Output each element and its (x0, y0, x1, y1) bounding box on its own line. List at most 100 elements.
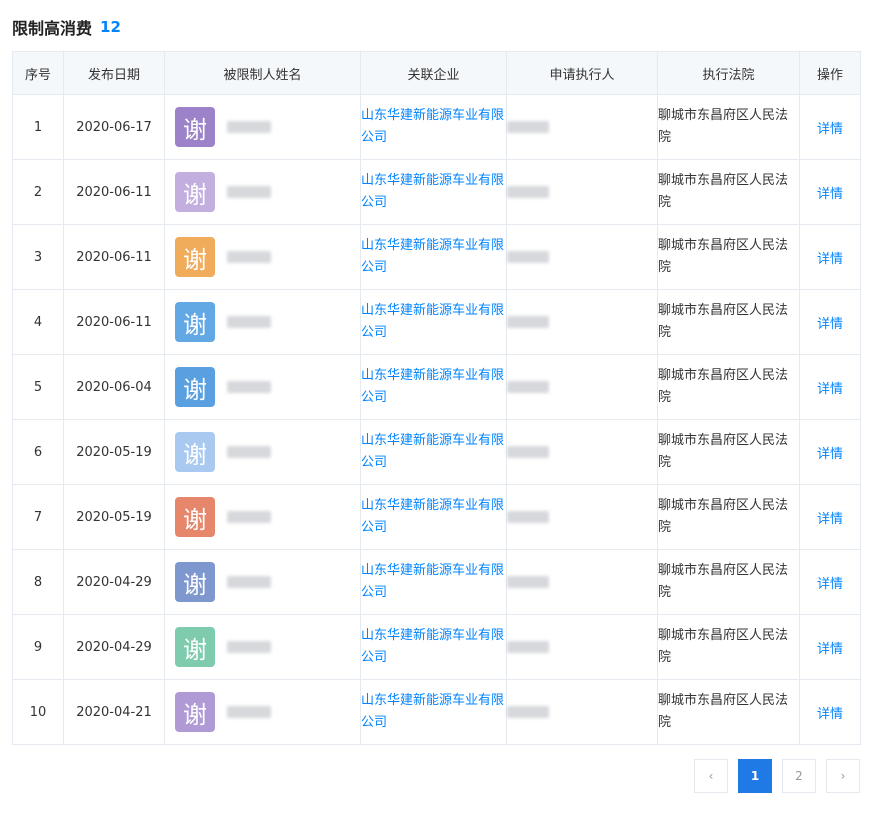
redacted-name (227, 251, 271, 263)
restricted-person[interactable]: 谢 (165, 627, 360, 667)
applicant-cell (506, 94, 658, 160)
publish-date: 2020-04-29 (63, 614, 165, 680)
row-index: 10 (12, 679, 64, 745)
company-link[interactable]: 山东华建新能源车业有限公司 (361, 368, 504, 405)
redacted-applicant (507, 121, 549, 133)
action-cell: 详情 (799, 94, 861, 160)
table-row: 4 2020-06-11 谢 山东华建新能源车业有限公司 聊城市东昌府区人民法院 详情 (12, 289, 861, 355)
detail-link[interactable]: 详情 (817, 382, 843, 397)
restricted-person[interactable]: 谢 (165, 367, 360, 407)
restricted-person[interactable]: 谢 (165, 237, 360, 277)
redacted-applicant (507, 316, 549, 328)
restriction-table: 序号 发布日期 被限制人姓名 关联企业 申请执行人 执行法院 操作 1 2020-06-17 谢… (12, 51, 861, 745)
company-link[interactable]: 山东华建新能源车业有限公司 (361, 238, 504, 275)
publish-date: 2020-04-21 (63, 679, 165, 745)
company-link[interactable]: 山东华建新能源车业有限公司 (361, 498, 504, 535)
restricted-person[interactable]: 谢 (165, 432, 360, 472)
detail-link[interactable]: 详情 (817, 577, 843, 592)
table-row: 9 2020-04-29 谢 山东华建新能源车业有限公司 聊城市东昌府区人民法院 详情 (12, 614, 861, 680)
page-2-button[interactable]: 2 (782, 759, 816, 793)
table-header-row: 序号 发布日期 被限制人姓名 关联企业 申请执行人 执行法院 操作 (12, 51, 861, 95)
header-date: 发布日期 (63, 51, 165, 95)
company-link[interactable]: 山东华建新能源车业有限公司 (361, 303, 504, 340)
court-name: 聊城市东昌府区人民法院 (657, 94, 800, 160)
table-row: 7 2020-05-19 谢 山东华建新能源车业有限公司 聊城市东昌府区人民法院 详情 (12, 484, 861, 550)
row-index: 1 (12, 94, 64, 160)
applicant-cell (506, 614, 658, 680)
action-cell: 详情 (799, 419, 861, 485)
restricted-person[interactable]: 谢 (165, 497, 360, 537)
restricted-person-cell: 谢 (164, 614, 361, 680)
detail-link[interactable]: 详情 (817, 447, 843, 462)
company-link[interactable]: 山东华建新能源车业有限公司 (361, 693, 504, 730)
table-row: 10 2020-04-21 谢 山东华建新能源车业有限公司 聊城市东昌府区人民法院 详情 (12, 679, 861, 745)
publish-date: 2020-04-29 (63, 549, 165, 615)
avatar: 谢 (175, 237, 215, 277)
restricted-person-cell: 谢 (164, 679, 361, 745)
redacted-name (227, 121, 271, 133)
detail-link[interactable]: 详情 (817, 252, 843, 267)
detail-link[interactable]: 详情 (817, 707, 843, 722)
avatar: 谢 (175, 562, 215, 602)
pagination: ‹ 1 2 › (694, 759, 860, 793)
company-cell: 山东华建新能源车业有限公司 (360, 159, 507, 225)
detail-link[interactable]: 详情 (817, 187, 843, 202)
table-row: 6 2020-05-19 谢 山东华建新能源车业有限公司 聊城市东昌府区人民法院 详情 (12, 419, 861, 485)
redacted-applicant (507, 186, 549, 198)
action-cell: 详情 (799, 159, 861, 225)
publish-date: 2020-06-11 (63, 224, 165, 290)
page-1-button[interactable]: 1 (738, 759, 772, 793)
restricted-person[interactable]: 谢 (165, 107, 360, 147)
detail-link[interactable]: 详情 (817, 512, 843, 527)
avatar: 谢 (175, 432, 215, 472)
applicant-cell (506, 159, 658, 225)
company-cell: 山东华建新能源车业有限公司 (360, 354, 507, 420)
applicant-cell (506, 419, 658, 485)
next-page-button[interactable]: › (826, 759, 860, 793)
redacted-applicant (507, 706, 549, 718)
detail-link[interactable]: 详情 (817, 122, 843, 137)
applicant-cell (506, 289, 658, 355)
company-link[interactable]: 山东华建新能源车业有限公司 (361, 433, 504, 470)
table-row: 2 2020-06-11 谢 山东华建新能源车业有限公司 聊城市东昌府区人民法院 详情 (12, 159, 861, 225)
detail-link[interactable]: 详情 (817, 642, 843, 657)
restricted-person[interactable]: 谢 (165, 302, 360, 342)
company-link[interactable]: 山东华建新能源车业有限公司 (361, 108, 504, 145)
row-index: 3 (12, 224, 64, 290)
avatar: 谢 (175, 692, 215, 732)
header-applicant: 申请执行人 (506, 51, 658, 95)
court-name: 聊城市东昌府区人民法院 (657, 159, 800, 225)
avatar: 谢 (175, 497, 215, 537)
header-company: 关联企业 (360, 51, 507, 95)
company-cell: 山东华建新能源车业有限公司 (360, 614, 507, 680)
action-cell: 详情 (799, 354, 861, 420)
row-index: 4 (12, 289, 64, 355)
header-index: 序号 (12, 51, 64, 95)
action-cell: 详情 (799, 484, 861, 550)
restricted-person-cell: 谢 (164, 94, 361, 160)
court-name: 聊城市东昌府区人民法院 (657, 549, 800, 615)
section-header: 限制高消费 12 (12, 16, 121, 38)
avatar: 谢 (175, 172, 215, 212)
court-name: 聊城市东昌府区人民法院 (657, 224, 800, 290)
restricted-person-cell: 谢 (164, 419, 361, 485)
row-index: 5 (12, 354, 64, 420)
redacted-name (227, 186, 271, 198)
court-name: 聊城市东昌府区人民法院 (657, 614, 800, 680)
restricted-person[interactable]: 谢 (165, 172, 360, 212)
company-link[interactable]: 山东华建新能源车业有限公司 (361, 173, 504, 210)
row-index: 2 (12, 159, 64, 225)
table-row: 8 2020-04-29 谢 山东华建新能源车业有限公司 聊城市东昌府区人民法院 详情 (12, 549, 861, 615)
company-link[interactable]: 山东华建新能源车业有限公司 (361, 563, 504, 600)
restricted-person[interactable]: 谢 (165, 692, 360, 732)
action-cell: 详情 (799, 289, 861, 355)
detail-link[interactable]: 详情 (817, 317, 843, 332)
prev-page-button[interactable]: ‹ (694, 759, 728, 793)
restricted-person-cell: 谢 (164, 549, 361, 615)
redacted-name (227, 641, 271, 653)
restricted-person[interactable]: 谢 (165, 562, 360, 602)
company-link[interactable]: 山东华建新能源车业有限公司 (361, 628, 504, 665)
court-name: 聊城市东昌府区人民法院 (657, 679, 800, 745)
action-cell: 详情 (799, 549, 861, 615)
redacted-applicant (507, 641, 549, 653)
